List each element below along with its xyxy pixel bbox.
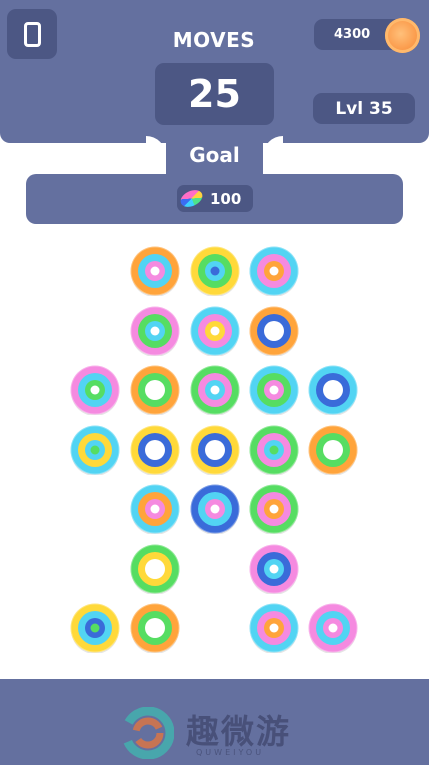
ring-layer [269,445,279,455]
moves-label: MOVES [172,28,256,52]
ring-stack[interactable] [308,603,358,654]
ring-layer [90,385,100,395]
watermark-logo-icon [122,707,174,759]
ring-layer [145,440,165,460]
ring-stack[interactable] [70,425,120,476]
goal-chip: 100 [177,185,253,212]
ring-stack[interactable] [130,365,180,416]
goal-label: Goal [189,143,240,167]
ring-stack[interactable] [249,544,299,595]
ring-stack[interactable] [249,484,299,535]
ring-layer [269,266,279,276]
moves-value: 25 [188,72,241,116]
ring-layer [150,504,160,514]
ring-layer [269,504,279,514]
ring-layer [150,326,160,336]
game-board [0,224,429,679]
ring-stack[interactable] [70,365,120,416]
ring-layer [269,623,279,633]
ring-stack[interactable] [308,425,358,476]
ring-layer [210,504,220,514]
ring-layer [269,564,279,574]
ring-stack[interactable] [130,484,180,535]
coins-value: 4300 [334,27,371,42]
ring-layer [90,445,100,455]
ring-stack[interactable] [249,365,299,416]
ring-layer [145,380,165,400]
ring-stack[interactable] [190,365,240,416]
rainbow-ring-icon [177,186,206,211]
ring-layer [269,385,279,395]
ring-stack[interactable] [249,306,299,357]
phone-icon [23,21,41,47]
ring-layer [323,440,343,460]
ring-stack[interactable] [70,603,120,654]
ring-stack[interactable] [190,306,240,357]
ring-layer [90,623,100,633]
ring-layer [145,559,165,579]
ring-stack[interactable] [190,425,240,476]
ring-layer [328,623,338,633]
moves-counter: 25 [155,63,274,125]
ring-stack[interactable] [190,484,240,535]
menu-button[interactable] [7,9,57,59]
watermark-text: 趣微游 [186,712,291,751]
ring-stack[interactable] [249,425,299,476]
ring-stack[interactable] [130,425,180,476]
ring-layer [150,266,160,276]
ring-stack[interactable] [130,603,180,654]
ring-layer [205,440,225,460]
goal-value: 100 [210,190,242,208]
ring-stack[interactable] [249,246,299,297]
watermark-subtext: QUWEIYOU [196,748,265,757]
ring-layer [210,326,220,336]
ring-stack[interactable] [190,246,240,297]
ring-layer [210,385,220,395]
coin-icon[interactable] [385,18,420,53]
ring-stack[interactable] [130,246,180,297]
ring-layer [264,321,284,341]
ring-stack[interactable] [308,365,358,416]
ring-stack[interactable] [130,544,180,595]
ring-stack[interactable] [249,603,299,654]
ring-layer [323,380,343,400]
level-badge: Lvl 35 [313,93,415,124]
ring-layer [210,266,220,276]
ring-layer [145,618,165,638]
ring-stack[interactable] [130,306,180,357]
